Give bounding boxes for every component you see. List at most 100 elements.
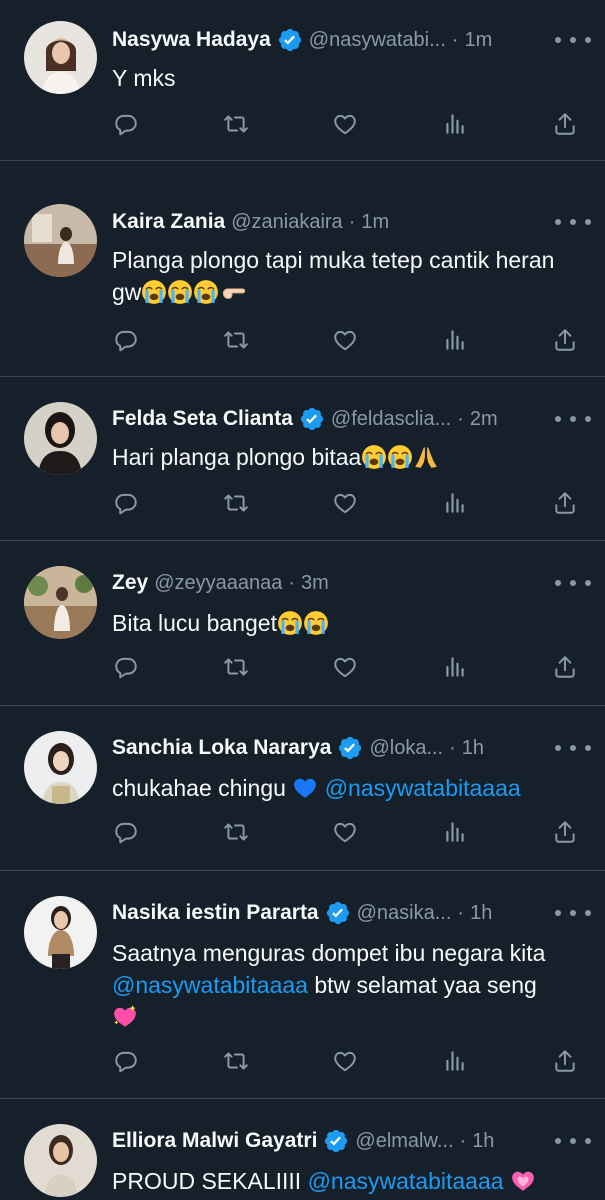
tweet[interactable]: Sanchia Loka Nararya @loka... · 1h chuka… <box>0 706 605 871</box>
author-handle[interactable]: @zaniakaira <box>231 211 342 234</box>
tweet-text: Saatnya menguras dompet ibu negara kita … <box>112 937 581 1033</box>
separator: · <box>348 210 356 233</box>
reply-icon[interactable] <box>106 812 146 852</box>
verified-badge-icon <box>277 27 303 53</box>
timestamp[interactable]: 1m <box>464 29 492 52</box>
author-name[interactable]: Nasywa Hadaya <box>112 28 271 52</box>
tweet-text: Hari planga plongo bitaa <box>112 441 581 473</box>
crying-emoji-icon <box>193 279 219 305</box>
author-handle[interactable]: @nasywatabi... <box>309 29 446 52</box>
more-options-icon[interactable] <box>555 735 591 761</box>
avatar[interactable] <box>24 204 97 277</box>
verified-badge-icon <box>299 406 325 432</box>
more-options-icon[interactable] <box>555 1128 591 1154</box>
author-handle[interactable]: @feldasclia... <box>331 408 451 431</box>
more-options-icon[interactable] <box>555 900 591 926</box>
tweet[interactable]: Nasywa Hadaya @nasywatabi... · 1m Y mks <box>0 0 605 161</box>
separator: · <box>459 1129 467 1152</box>
mention-link[interactable]: @nasywatabitaaaa <box>308 1168 504 1194</box>
action-bar <box>96 812 591 852</box>
reply-icon[interactable] <box>106 104 146 144</box>
views-icon[interactable] <box>435 1041 475 1081</box>
share-icon[interactable] <box>545 104 585 144</box>
tweet-text: Bita lucu banget <box>112 607 581 639</box>
tweet-text: PROUD SEKALIIII @nasywatabitaaaa <box>112 1165 581 1197</box>
avatar[interactable] <box>24 566 97 639</box>
share-icon[interactable] <box>545 812 585 852</box>
like-icon[interactable] <box>325 483 365 523</box>
timestamp[interactable]: 1h <box>472 1130 494 1153</box>
author-name[interactable]: Kaira Zania <box>112 210 225 234</box>
tweet[interactable]: Elliora Malwi Gayatri @elmalw... · 1h PR… <box>0 1099 605 1200</box>
like-icon[interactable] <box>325 812 365 852</box>
retweet-icon[interactable] <box>216 320 256 360</box>
mention-link[interactable]: @nasywatabitaaaa <box>112 972 308 998</box>
crying-emoji-icon <box>303 610 329 636</box>
share-icon[interactable] <box>545 647 585 687</box>
separator: · <box>449 736 456 759</box>
retweet-icon[interactable] <box>216 483 256 523</box>
tweet[interactable]: Felda Seta Clianta @feldasclia... · 2m H… <box>0 377 605 541</box>
more-options-icon[interactable] <box>555 209 591 235</box>
tweet[interactable]: Kaira Zania @zaniakaira · 1m Planga plon… <box>0 186 605 377</box>
reply-icon[interactable] <box>106 320 146 360</box>
author-handle[interactable]: @zeyyaaanaa <box>154 572 282 595</box>
avatar[interactable] <box>24 896 97 969</box>
tweet-text: Planga plongo tapi muka tetep cantik her… <box>112 247 555 305</box>
avatar[interactable] <box>24 731 97 804</box>
like-icon[interactable] <box>325 647 365 687</box>
like-icon[interactable] <box>325 320 365 360</box>
reply-icon[interactable] <box>106 647 146 687</box>
author-handle[interactable]: @loka... <box>369 737 443 760</box>
more-options-icon[interactable] <box>555 406 591 432</box>
author-handle[interactable]: @nasika... <box>357 902 452 925</box>
pointing-hand-emoji-icon <box>219 279 249 305</box>
like-icon[interactable] <box>325 104 365 144</box>
retweet-icon[interactable] <box>216 104 256 144</box>
author-name[interactable]: Sanchia Loka Nararya <box>112 736 331 760</box>
share-icon[interactable] <box>545 320 585 360</box>
mention-link[interactable]: @nasywatabitaaaa <box>325 775 521 801</box>
views-icon[interactable] <box>435 647 475 687</box>
crying-emoji-icon <box>141 279 167 305</box>
verified-badge-icon <box>323 1128 349 1154</box>
more-options-icon[interactable] <box>555 570 591 596</box>
crying-emoji-icon <box>277 610 303 636</box>
action-bar <box>96 483 591 523</box>
avatar[interactable] <box>24 402 97 475</box>
separator: · <box>457 901 465 924</box>
reply-icon[interactable] <box>106 483 146 523</box>
retweet-icon[interactable] <box>216 647 256 687</box>
reply-icon[interactable] <box>106 1041 146 1081</box>
views-icon[interactable] <box>435 320 475 360</box>
retweet-icon[interactable] <box>216 812 256 852</box>
folded-hands-emoji-icon <box>413 444 439 470</box>
avatar[interactable] <box>24 1124 97 1197</box>
share-icon[interactable] <box>545 1041 585 1081</box>
avatar[interactable] <box>24 21 97 94</box>
timestamp[interactable]: 3m <box>301 572 329 595</box>
author-name[interactable]: Nasika iestin Pararta <box>112 901 319 925</box>
views-icon[interactable] <box>435 104 475 144</box>
timestamp[interactable]: 2m <box>470 408 498 431</box>
tweet[interactable]: Zey @zeyyaaanaa · 3m Bita lucu banget <box>0 541 605 706</box>
tweet[interactable]: Nasika iestin Pararta @nasika... · 1h Sa… <box>0 871 605 1099</box>
share-icon[interactable] <box>545 483 585 523</box>
author-name[interactable]: Elliora Malwi Gayatri <box>112 1129 317 1153</box>
author-handle[interactable]: @elmalw... <box>355 1130 453 1153</box>
separator: · <box>457 407 464 430</box>
timestamp[interactable]: 1h <box>462 737 484 760</box>
timestamp[interactable]: 1h <box>470 902 492 925</box>
author-name[interactable]: Zey <box>112 571 148 595</box>
sparkling-heart-emoji-icon <box>112 1004 138 1030</box>
views-icon[interactable] <box>435 483 475 523</box>
crying-emoji-icon <box>387 444 413 470</box>
blue-heart-emoji-icon <box>292 775 318 801</box>
views-icon[interactable] <box>435 812 475 852</box>
timestamp[interactable]: 1m <box>361 211 389 234</box>
author-name[interactable]: Felda Seta Clianta <box>112 407 293 431</box>
retweet-icon[interactable] <box>216 1041 256 1081</box>
like-icon[interactable] <box>325 1041 365 1081</box>
verified-badge-icon <box>337 735 363 761</box>
more-options-icon[interactable] <box>555 27 591 53</box>
